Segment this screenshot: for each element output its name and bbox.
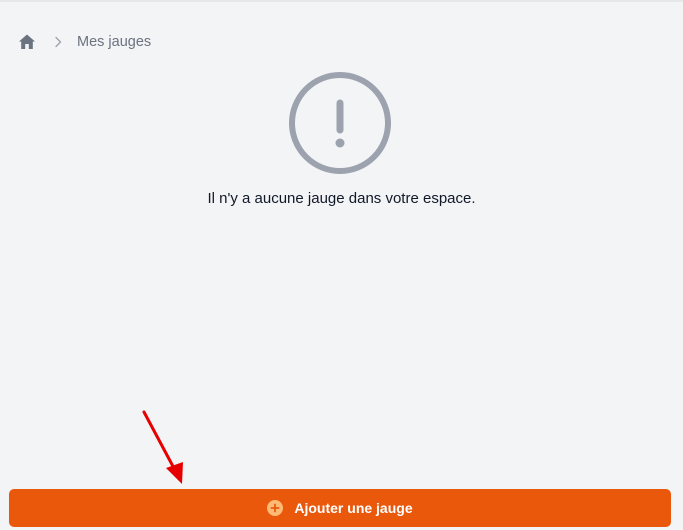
top-divider bbox=[0, 0, 683, 2]
annotation-arrow bbox=[140, 408, 190, 488]
add-gauge-button[interactable]: Ajouter une jauge bbox=[9, 489, 671, 527]
breadcrumb: Mes jauges bbox=[18, 32, 151, 52]
plus-circle-icon bbox=[267, 500, 284, 516]
exclamation-circle-icon bbox=[287, 70, 393, 176]
empty-state-message: Il n'y a aucune jauge dans votre espace. bbox=[207, 190, 476, 207]
add-gauge-label: Ajouter une jauge bbox=[294, 500, 413, 516]
home-icon[interactable] bbox=[18, 33, 36, 51]
breadcrumb-current: Mes jauges bbox=[77, 34, 152, 50]
chevron-right-icon bbox=[52, 36, 64, 48]
